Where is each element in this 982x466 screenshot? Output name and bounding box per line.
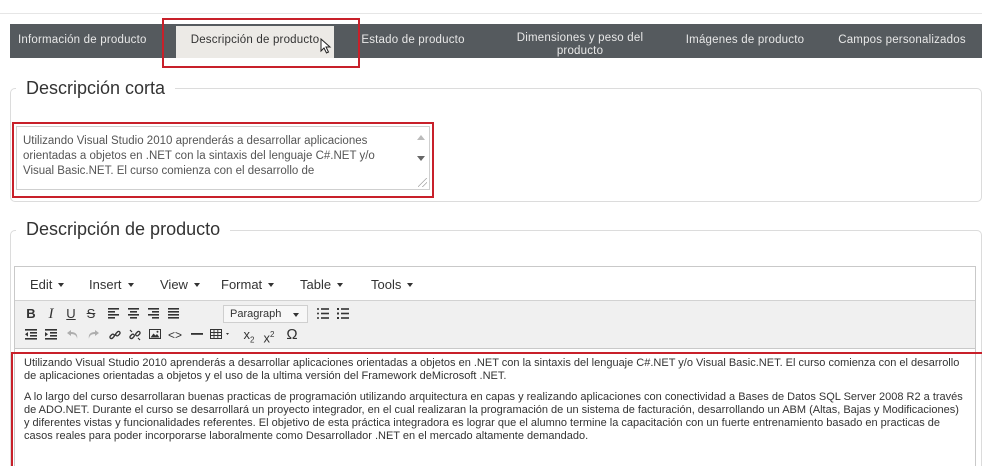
unlink-icon[interactable]: [127, 326, 143, 344]
align-right-icon[interactable]: [145, 305, 161, 323]
outdent-icon[interactable]: [23, 326, 39, 344]
tab-product-images[interactable]: Imágenes de producto: [668, 24, 822, 58]
redo-icon[interactable]: [85, 326, 101, 344]
tab-product-info[interactable]: Información de producto: [10, 24, 168, 58]
menu-tools-label: Tools: [371, 277, 402, 292]
scroll-down-arrow-icon[interactable]: [417, 156, 425, 161]
short-description-textarea[interactable]: Utilizando Visual Studio 2010 aprenderás…: [16, 126, 430, 190]
bold-icon[interactable]: B: [23, 305, 39, 323]
editor-menubar: Edit Insert View Format Table Tools: [15, 267, 975, 301]
menu-table-label: Table: [300, 277, 332, 292]
mouse-cursor-icon: [320, 38, 332, 54]
short-description-text: Utilizando Visual Studio 2010 aprenderás…: [23, 135, 375, 177]
align-justify-icon[interactable]: [165, 305, 181, 323]
underline-icon[interactable]: U: [63, 305, 79, 323]
horizontal-rule-icon[interactable]: [189, 326, 205, 344]
short-description-legend: Descripción corta: [16, 77, 176, 99]
code-icon[interactable]: <>: [167, 326, 183, 344]
special-character-icon[interactable]: Ω: [283, 326, 301, 344]
tab-product-description[interactable]: Descripción de producto: [176, 26, 334, 58]
superscript-icon[interactable]: x2: [261, 326, 277, 345]
menu-insert-label: Insert: [89, 277, 122, 292]
menu-edit[interactable]: Edit: [30, 277, 65, 292]
italic-icon[interactable]: I: [43, 305, 59, 323]
top-divider: [0, 0, 982, 14]
description-paragraph: Utilizando Visual Studio 2010 aprenderás…: [24, 357, 960, 382]
product-tabs: Información de producto Descripción de p…: [10, 24, 982, 58]
menu-view-label: View: [160, 277, 188, 292]
tab-custom-fields[interactable]: Campos personalizados: [822, 24, 982, 58]
caret-down-icon: [58, 283, 65, 287]
caret-down-icon: [193, 283, 200, 287]
subscript-icon[interactable]: x2: [241, 326, 257, 345]
product-description-legend: Descripción de producto: [16, 218, 231, 240]
editor-toolbar: B I U S Paragraph <> x2 x2 Ω: [15, 301, 975, 349]
editor-content[interactable]: Utilizando Visual Studio 2010 aprenderás…: [15, 350, 975, 466]
caret-down-icon: [293, 313, 299, 317]
menu-edit-label: Edit: [30, 277, 53, 292]
tab-dimensions-weight[interactable]: Dimensiones y peso del producto: [492, 24, 668, 58]
numbered-list-icon[interactable]: [335, 305, 351, 323]
rich-text-editor: Edit Insert View Format Table Tools B I …: [14, 266, 976, 466]
menu-insert[interactable]: Insert: [89, 277, 134, 292]
table-icon[interactable]: [209, 326, 235, 344]
align-center-icon[interactable]: [125, 305, 141, 323]
menu-format-label: Format: [221, 277, 263, 292]
scroll-up-arrow-icon[interactable]: [417, 135, 425, 140]
strikethrough-icon[interactable]: S: [83, 305, 99, 323]
tab-product-status[interactable]: Estado de producto: [343, 24, 483, 58]
format-select-value: Paragraph: [230, 308, 282, 320]
menu-table[interactable]: Table: [300, 277, 344, 292]
bullet-list-icon[interactable]: [315, 305, 331, 323]
caret-down-icon: [268, 283, 275, 287]
menu-format[interactable]: Format: [221, 277, 275, 292]
caret-down-icon: [337, 283, 344, 287]
indent-icon[interactable]: [43, 326, 59, 344]
menu-tools[interactable]: Tools: [371, 277, 414, 292]
image-icon[interactable]: [147, 326, 163, 344]
caret-down-icon: [127, 283, 134, 287]
format-select[interactable]: Paragraph: [223, 305, 308, 323]
resize-grip-icon[interactable]: [418, 178, 427, 187]
description-paragraph: A lo largo del curso desarrollaran buena…: [24, 391, 963, 442]
undo-icon[interactable]: [65, 326, 81, 344]
align-left-icon[interactable]: [105, 305, 121, 323]
caret-down-icon: [407, 283, 414, 287]
link-icon[interactable]: [107, 326, 123, 344]
menu-view[interactable]: View: [160, 277, 200, 292]
